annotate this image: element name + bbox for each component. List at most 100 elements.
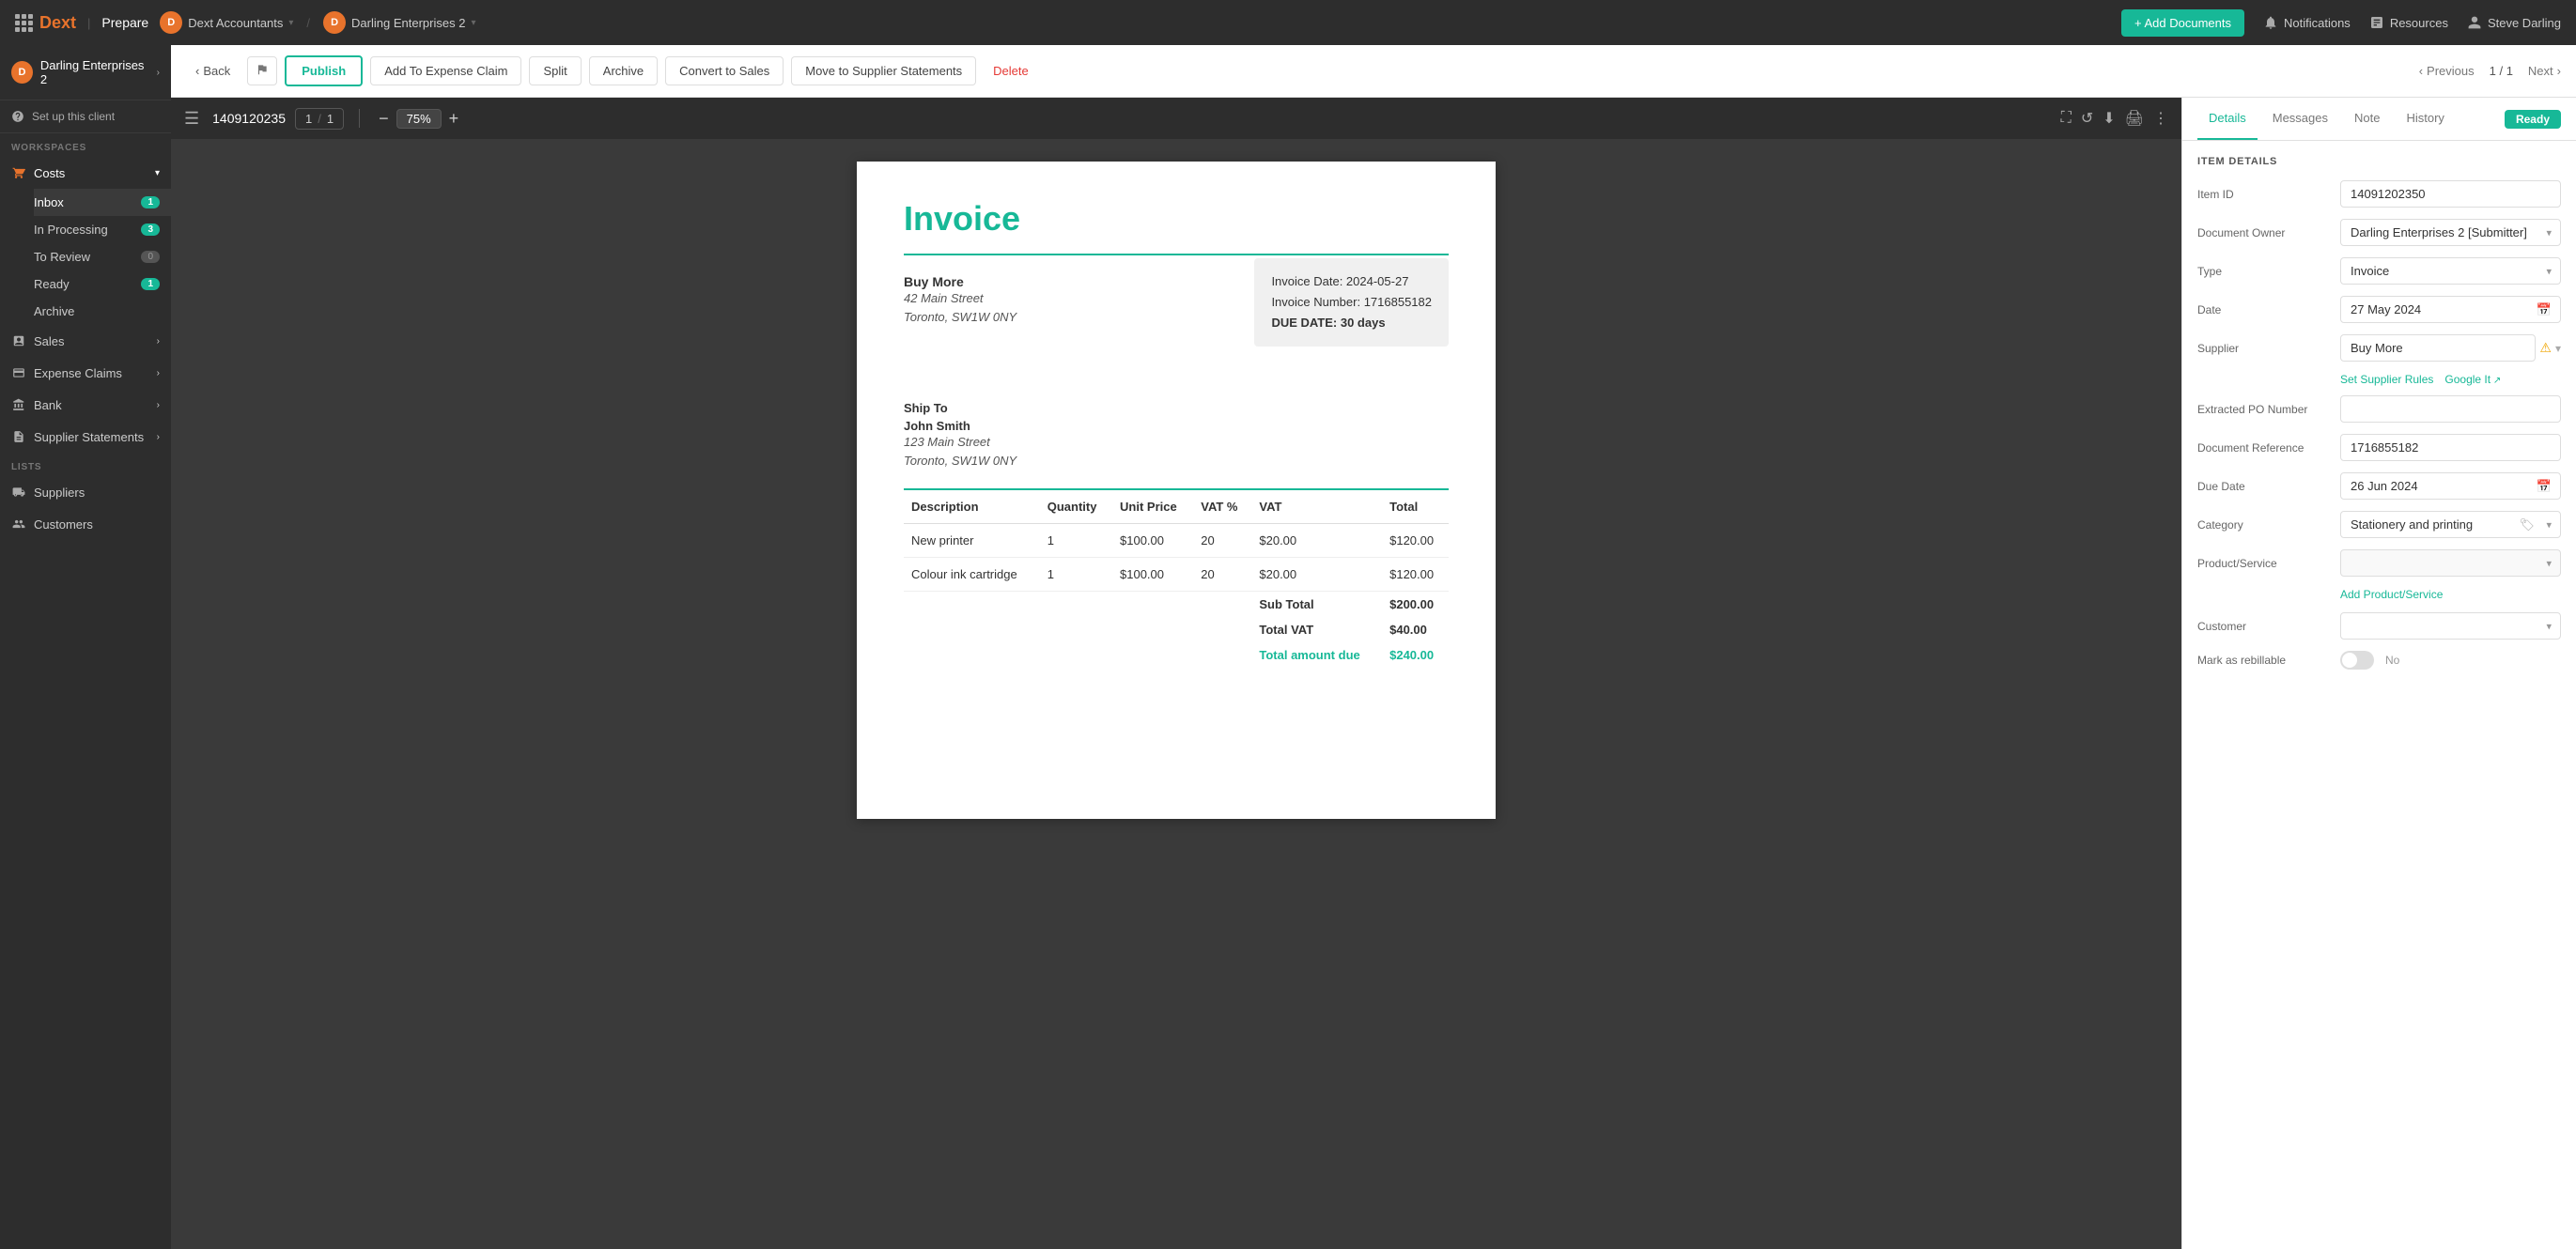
supplier-field: Supplier ⚠ ▾ — [2197, 334, 2561, 362]
flag-button[interactable] — [247, 56, 277, 85]
zoom-out-button[interactable]: − — [375, 110, 393, 127]
split-button[interactable]: Split — [529, 56, 581, 85]
move-to-supplier-statements-button[interactable]: Move to Supplier Statements — [791, 56, 976, 85]
date-input[interactable] — [2340, 296, 2561, 323]
back-button[interactable]: ‹ Back — [186, 58, 240, 84]
sidebar-item-inbox[interactable]: Inbox 1 — [34, 189, 171, 216]
extracted-po-input[interactable] — [2340, 395, 2561, 423]
sidebar-item-to-review[interactable]: To Review 0 — [34, 243, 171, 270]
sales-collapse-icon: › — [157, 336, 160, 347]
add-documents-button[interactable]: + Add Documents — [2121, 9, 2244, 37]
total-vat-label: Total VAT — [1251, 617, 1382, 642]
item-id-input[interactable] — [2340, 180, 2561, 208]
customer-label: Customer — [2197, 620, 2329, 633]
invoice-title: Invoice — [904, 199, 1449, 239]
account2-selector[interactable]: D Darling Enterprises 2 ▾ — [323, 11, 475, 34]
app-grid-icon — [15, 14, 32, 32]
row-qty: 1 — [1040, 558, 1112, 592]
publish-button[interactable]: Publish — [285, 55, 363, 86]
customer-field: Customer — [2197, 612, 2561, 640]
sidebar-item-supplier-statements[interactable]: Supplier Statements › — [0, 421, 171, 453]
tab-history[interactable]: History — [2395, 98, 2455, 140]
add-product-service-link[interactable]: Add Product/Service — [2340, 588, 2561, 601]
supplier-input[interactable] — [2340, 334, 2536, 362]
table-row: Colour ink cartridge 1 $100.00 20 $20.00… — [904, 558, 1449, 592]
doc-owner-select[interactable] — [2340, 219, 2561, 246]
extracted-po-label: Extracted PO Number — [2197, 403, 2329, 416]
due-date-calendar-icon: 📅 — [2537, 479, 2552, 494]
doc-owner-select-wrap — [2340, 219, 2561, 246]
row-unit-price: $100.00 — [1112, 524, 1193, 558]
resources-button[interactable]: Resources — [2369, 15, 2448, 30]
delete-button[interactable]: Delete — [984, 57, 1038, 85]
category-label: Category — [2197, 518, 2329, 532]
supplier-dropdown-icon[interactable]: ▾ — [2555, 342, 2561, 355]
col-description: Description — [904, 490, 1040, 524]
in-processing-label: In Processing — [34, 223, 108, 237]
more-options-icon[interactable]: ⋮ — [2153, 109, 2168, 128]
supplier-input-row: ⚠ ▾ — [2340, 334, 2561, 362]
download-icon[interactable]: ⬇ — [2103, 109, 2115, 128]
fit-page-icon[interactable]: ⛶ — [2061, 110, 2072, 127]
client-selector[interactable]: D Darling Enterprises 2 › — [0, 45, 171, 100]
product-service-select[interactable] — [2340, 549, 2561, 577]
tab-messages[interactable]: Messages — [2261, 98, 2339, 140]
prev-chevron-icon: ‹ — [2419, 64, 2423, 78]
ship-addr2: Toronto, SW1W 0NY — [904, 452, 1449, 470]
type-select[interactable] — [2340, 257, 2561, 285]
tab-details[interactable]: Details — [2197, 98, 2258, 140]
convert-to-sales-button[interactable]: Convert to Sales — [665, 56, 784, 85]
main-layout: D Darling Enterprises 2 › Set up this cl… — [0, 45, 2576, 1249]
row-total: $120.00 — [1382, 524, 1449, 558]
lists-section-label: LISTS — [0, 453, 171, 476]
archive-button[interactable]: Archive — [589, 56, 658, 85]
table-row: New printer 1 $100.00 20 $20.00 $120.00 — [904, 524, 1449, 558]
doc-viewer-toolbar: ☰ 1409120235 1 / 1 − 75% + ⛶ — [171, 98, 2181, 139]
info-date: Invoice Date: 2024-05-27 — [1271, 271, 1432, 292]
expense-claims-collapse-icon: › — [157, 368, 160, 378]
setup-client-link[interactable]: Set up this client — [0, 100, 171, 133]
top-nav: Dext | Prepare D Dext Accountants ▾ / D … — [0, 0, 2576, 45]
mark-rebillable-toggle[interactable] — [2340, 651, 2374, 670]
customer-select[interactable] — [2340, 612, 2561, 640]
sidebar-item-suppliers[interactable]: Suppliers — [0, 476, 171, 508]
row-desc: Colour ink cartridge — [904, 558, 1040, 592]
previous-button[interactable]: ‹ Previous — [2419, 64, 2475, 78]
viewer-menu-icon[interactable]: ☰ — [184, 109, 199, 129]
user-menu[interactable]: Steve Darling — [2467, 15, 2561, 30]
next-button[interactable]: Next › — [2528, 64, 2561, 78]
sidebar-item-ready[interactable]: Ready 1 — [34, 270, 171, 298]
tab-note[interactable]: Note — [2343, 98, 2391, 140]
add-to-expense-button[interactable]: Add To Expense Claim — [370, 56, 521, 85]
doc-ref-input[interactable] — [2340, 434, 2561, 461]
sidebar-item-archive[interactable]: Archive — [34, 298, 171, 325]
grand-total-row: Total amount due $240.00 — [904, 642, 1449, 668]
costs-collapse-icon: ▾ — [155, 168, 160, 178]
set-supplier-rules-link[interactable]: Set Supplier Rules — [2340, 373, 2433, 386]
rotate-icon[interactable]: ↺ — [2081, 109, 2093, 128]
due-date-input[interactable] — [2340, 472, 2561, 500]
sidebar-item-customers[interactable]: Customers — [0, 508, 171, 540]
inbox-label: Inbox — [34, 195, 64, 209]
zoom-in-button[interactable]: + — [445, 110, 463, 127]
google-it-link[interactable]: Google It — [2444, 373, 2501, 386]
costs-label: Costs — [34, 166, 65, 180]
breadcrumb-separator: / — [306, 16, 310, 30]
supplier-warning-icon: ⚠ — [2539, 340, 2552, 356]
sidebar-item-sales[interactable]: Sales › — [0, 325, 171, 357]
doc-viewer: ☰ 1409120235 1 / 1 − 75% + ⛶ — [171, 98, 2181, 1249]
notifications-button[interactable]: Notifications — [2263, 15, 2351, 30]
account1-selector[interactable]: D Dext Accountants ▾ — [160, 11, 293, 34]
col-vat-pct: VAT % — [1193, 490, 1251, 524]
sidebar-item-in-processing[interactable]: In Processing 3 — [34, 216, 171, 243]
suppliers-icon — [11, 485, 26, 500]
sidebar-item-bank[interactable]: Bank › — [0, 389, 171, 421]
print-icon[interactable]: 🖨 — [2125, 109, 2144, 128]
expense-claims-label: Expense Claims — [34, 366, 122, 380]
sidebar-item-expense-claims[interactable]: Expense Claims › — [0, 357, 171, 389]
sidebar-item-costs[interactable]: Costs ▾ — [0, 157, 171, 189]
row-qty: 1 — [1040, 524, 1112, 558]
col-unit-price: Unit Price — [1112, 490, 1193, 524]
row-vat: $20.00 — [1251, 558, 1382, 592]
zoom-controls: − 75% + — [375, 109, 462, 129]
